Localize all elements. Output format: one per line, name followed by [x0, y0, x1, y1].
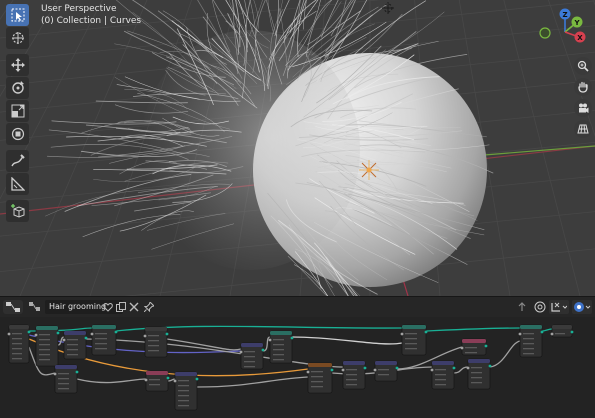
collection-object-label: (0) Collection | Curves	[41, 16, 142, 26]
zoom-button[interactable]	[574, 57, 592, 75]
scale-tool-button[interactable]	[6, 100, 29, 122]
node-g[interactable]	[400, 324, 428, 356]
node-h[interactable]	[460, 338, 488, 356]
rotate-tool-button[interactable]	[6, 77, 29, 99]
node-link[interactable]	[76, 378, 147, 384]
add-cube-tool-button[interactable]	[6, 200, 29, 222]
node-a[interactable]	[34, 325, 60, 367]
pan-button[interactable]	[574, 78, 592, 96]
node-d[interactable]	[143, 326, 169, 358]
view-name-label: User Perspective	[41, 4, 117, 14]
snap-icon	[551, 302, 567, 312]
pin-icon	[144, 302, 154, 312]
duplicate-icon	[116, 302, 126, 312]
node-link[interactable]	[425, 327, 521, 332]
node-link[interactable]	[489, 340, 521, 368]
node-tree-browse-button[interactable]	[25, 300, 45, 314]
pin-button[interactable]	[142, 300, 156, 314]
fake-user-button[interactable]	[101, 300, 115, 314]
node-j[interactable]	[550, 324, 574, 338]
gizmo-icon	[574, 302, 591, 312]
node-canvas[interactable]	[0, 317, 595, 418]
node-m[interactable]	[173, 371, 199, 411]
annotate-icon	[10, 154, 25, 167]
grid-perspective-icon	[577, 124, 589, 134]
object-origin[interactable]	[359, 160, 379, 180]
measure-icon	[10, 177, 25, 191]
parent-node-tree-button[interactable]	[514, 300, 530, 314]
node-link[interactable]	[541, 328, 553, 332]
y-negative-axis-handle[interactable]	[539, 27, 551, 39]
gizmo-toggle-button[interactable]	[572, 300, 592, 314]
overlay-toggle-button[interactable]	[532, 300, 548, 314]
navigation-gizmo[interactable]: Z Y X	[535, 6, 593, 64]
transform-icon	[11, 127, 24, 141]
pan-hand-icon	[578, 81, 588, 93]
node-link[interactable]	[453, 366, 469, 374]
select-box-button[interactable]	[6, 4, 29, 26]
measure-tool-button[interactable]	[6, 173, 29, 195]
rotate-icon	[11, 81, 24, 94]
cursor-icon	[11, 32, 24, 44]
node-link[interactable]	[28, 334, 242, 354]
snap-menu-button[interactable]	[549, 300, 569, 314]
node-k[interactable]	[53, 364, 79, 394]
node-n[interactable]	[306, 362, 334, 394]
duplicate-button[interactable]	[114, 300, 128, 314]
node-p[interactable]	[373, 360, 399, 382]
select-box-icon	[11, 8, 24, 22]
node-e[interactable]	[239, 342, 265, 370]
node-c[interactable]	[90, 324, 118, 356]
blender-window: User Perspective (0) Collection | Curves	[0, 0, 595, 418]
transform-tool-button[interactable]	[6, 123, 29, 145]
node-o[interactable]	[341, 360, 367, 390]
move-icon	[10, 58, 25, 72]
camera-view-button[interactable]	[574, 99, 592, 117]
node-editor[interactable]: Hair grooming	[0, 296, 595, 418]
annotate-tool-button[interactable]	[6, 150, 29, 172]
node-i[interactable]	[518, 324, 544, 358]
parent-icon	[518, 302, 526, 311]
perspective-toggle-button[interactable]	[574, 120, 592, 138]
overlay-icon	[534, 301, 546, 313]
fake-user-icon	[103, 302, 113, 312]
unlink-button[interactable]	[127, 300, 141, 314]
scale-icon	[11, 104, 24, 118]
3d-viewport[interactable]: User Perspective (0) Collection | Curves	[0, 0, 595, 296]
viewport-scene[interactable]	[0, 0, 595, 296]
z-axis-label: Z	[562, 11, 567, 19]
x-axis-label: X	[577, 34, 583, 42]
delete-icon	[129, 302, 139, 312]
node-tree-icon	[29, 302, 40, 311]
node-editor-header: Hair grooming	[0, 296, 595, 317]
geometry-nodes-icon	[6, 302, 20, 312]
node-input[interactable]	[7, 324, 31, 364]
add-cube-icon	[10, 204, 24, 218]
node-link[interactable]	[85, 338, 344, 368]
node-f[interactable]	[268, 330, 294, 364]
node-r[interactable]	[466, 358, 492, 390]
node-b[interactable]	[62, 330, 88, 360]
move-tool-button[interactable]	[6, 54, 29, 76]
cursor-tool-button[interactable]	[6, 27, 29, 49]
editor-type-button[interactable]	[3, 300, 23, 314]
camera-icon	[579, 103, 589, 113]
node-link[interactable]	[196, 376, 309, 388]
3d-cursor	[382, 2, 394, 14]
zoom-icon	[577, 60, 589, 72]
node-link[interactable]	[291, 336, 403, 345]
node-l[interactable]	[144, 370, 170, 392]
node-q[interactable]	[430, 360, 456, 390]
y-axis-label: Y	[573, 19, 580, 27]
